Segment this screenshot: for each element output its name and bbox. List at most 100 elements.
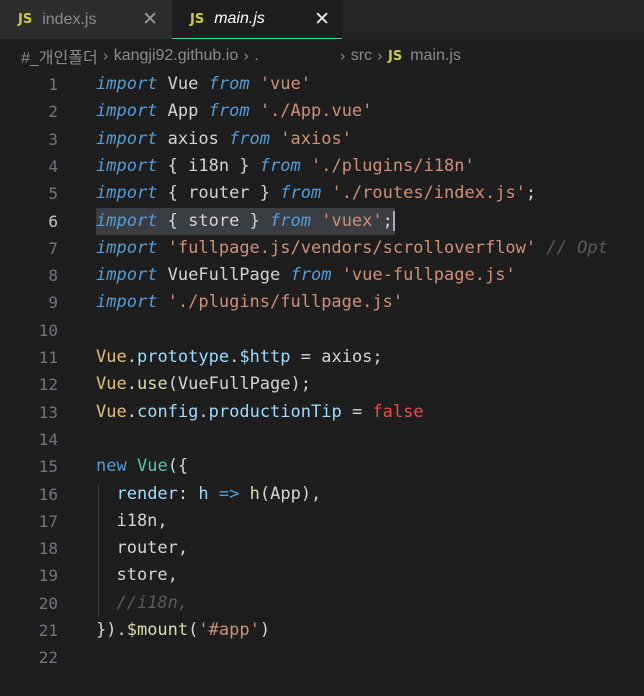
code-line[interactable]: 15 new Vue({: [0, 453, 644, 480]
code-token: .: [126, 347, 137, 367]
code-token: { store }: [157, 210, 271, 231]
code-line[interactable]: 18 router,: [0, 535, 644, 562]
code-line[interactable]: 9 import './plugins/fullpage.js': [0, 289, 644, 316]
code-token: ;: [382, 210, 393, 231]
code-editor[interactable]: 1 import Vue from 'vue' 2 import App from '…: [0, 71, 644, 696]
code-text: import { router } from './routes/index.j…: [96, 180, 536, 207]
code-line[interactable]: 7 import 'fullpage.js/vendors/scrolloverf…: [0, 235, 644, 262]
code-token: from: [229, 128, 271, 149]
close-icon[interactable]: ✕: [142, 8, 158, 30]
line-number: 6: [48, 211, 58, 231]
chevron-right-icon: ›: [339, 47, 346, 65]
tab-index-js[interactable]: JS index.js ✕: [0, 0, 172, 39]
code-token: =: [341, 401, 373, 422]
code-text: store,: [96, 562, 178, 589]
line-number: 4: [48, 156, 58, 176]
code-token: = axios;: [290, 347, 383, 367]
code-token: .: [198, 401, 209, 422]
code-line[interactable]: 12 Vue.use(VueFullPage);: [0, 371, 644, 398]
code-token: import: [96, 237, 158, 258]
breadcrumb-item-file[interactable]: main.js: [410, 47, 461, 65]
code-token: from: [270, 210, 311, 231]
code-line[interactable]: 19 store,: [0, 562, 644, 589]
line-number: 10: [38, 320, 58, 340]
code-line[interactable]: 17 i18n,: [0, 508, 644, 535]
code-line[interactable]: 1 import Vue from 'vue': [0, 71, 644, 98]
code-line[interactable]: 10: [0, 317, 644, 344]
code-line[interactable]: 16 render: h => h(App),: [0, 481, 644, 508]
code-token: import: [96, 101, 158, 122]
line-number: 2: [48, 102, 58, 122]
code-token: from: [208, 101, 250, 122]
code-token: from: [290, 265, 332, 286]
line-number: 13: [38, 402, 58, 422]
code-token: import: [96, 74, 158, 94]
code-line[interactable]: 8 import VueFullPage from 'vue-fullpage.j…: [0, 262, 644, 289]
code-line[interactable]: 4 import { i18n } from './plugins/i18n': [0, 153, 644, 180]
code-line[interactable]: 3 import axios from 'axios': [0, 126, 644, 153]
code-token: './routes/index.js': [331, 183, 526, 204]
chevron-right-icon: ›: [243, 47, 250, 65]
close-icon[interactable]: ✕: [314, 8, 330, 30]
tab-label: index.js: [42, 10, 97, 28]
code-token: ;: [525, 183, 537, 204]
code-token: 'vue': [259, 74, 311, 94]
code-text: }).$mount('#app'): [96, 617, 270, 644]
code-line[interactable]: 21}).$mount('#app'): [0, 617, 644, 644]
breadcrumb-item-dot[interactable]: .: [254, 47, 258, 65]
code-line[interactable]: 20 //i18n,: [0, 590, 644, 617]
code-token: import: [96, 292, 158, 313]
code-text: Vue.prototype.$http = axios;: [96, 344, 383, 371]
breadcrumb-item-src[interactable]: src: [351, 47, 372, 65]
code-token: =>: [218, 483, 240, 504]
text-cursor: [392, 210, 395, 231]
code-token: App: [157, 101, 209, 122]
line-number: 11: [38, 348, 58, 367]
code-token: (: [188, 620, 199, 640]
code-text: Vue.config.productionTip = false: [96, 399, 424, 426]
line-number: 1: [48, 75, 58, 94]
code-line[interactable]: 2 import App from './App.vue': [0, 98, 644, 125]
code-token: from: [280, 183, 322, 204]
line-number: 5: [48, 184, 58, 204]
code-line[interactable]: 5 import { router } from './routes/index.…: [0, 180, 644, 207]
code-token: config: [136, 401, 199, 422]
code-token: axios: [157, 128, 230, 149]
code-line[interactable]: 11 Vue.prototype.$http = axios;: [0, 344, 644, 371]
code-token: i18n,: [96, 510, 168, 531]
tab-main-js[interactable]: JS main.js ✕: [172, 0, 342, 39]
breadcrumb-item-repo[interactable]: kangji92.github.io: [114, 47, 239, 65]
breadcrumb-item-folder[interactable]: #_개인폴더: [21, 44, 98, 68]
line-number: 7: [48, 238, 58, 258]
code-line[interactable]: 14: [0, 426, 644, 453]
code-text: router,: [96, 535, 188, 562]
code-text: import { i18n } from './plugins/i18n': [96, 153, 475, 180]
code-token: .: [126, 401, 137, 422]
code-text: Vue.use(VueFullPage);: [96, 371, 311, 398]
code-token: new: [96, 456, 127, 477]
code-token: 'vuex': [321, 210, 383, 231]
code-text: new Vue({: [96, 453, 188, 480]
code-token: import: [96, 210, 158, 231]
code-text: //i18n,: [96, 590, 188, 617]
code-line[interactable]: 13 Vue.config.productionTip = false: [0, 399, 644, 426]
code-token: store,: [96, 565, 178, 586]
line-number: 8: [48, 266, 58, 286]
code-token: $http: [239, 347, 291, 367]
code-token: .: [229, 347, 240, 367]
code-text: import axios from 'axios': [96, 126, 352, 153]
code-line[interactable]: 22: [0, 644, 644, 671]
code-line[interactable]: 6 import { store } from 'vuex';: [0, 207, 644, 235]
line-number: 3: [48, 129, 58, 149]
line-number: 22: [38, 648, 58, 668]
code-token: prototype: [136, 347, 230, 367]
